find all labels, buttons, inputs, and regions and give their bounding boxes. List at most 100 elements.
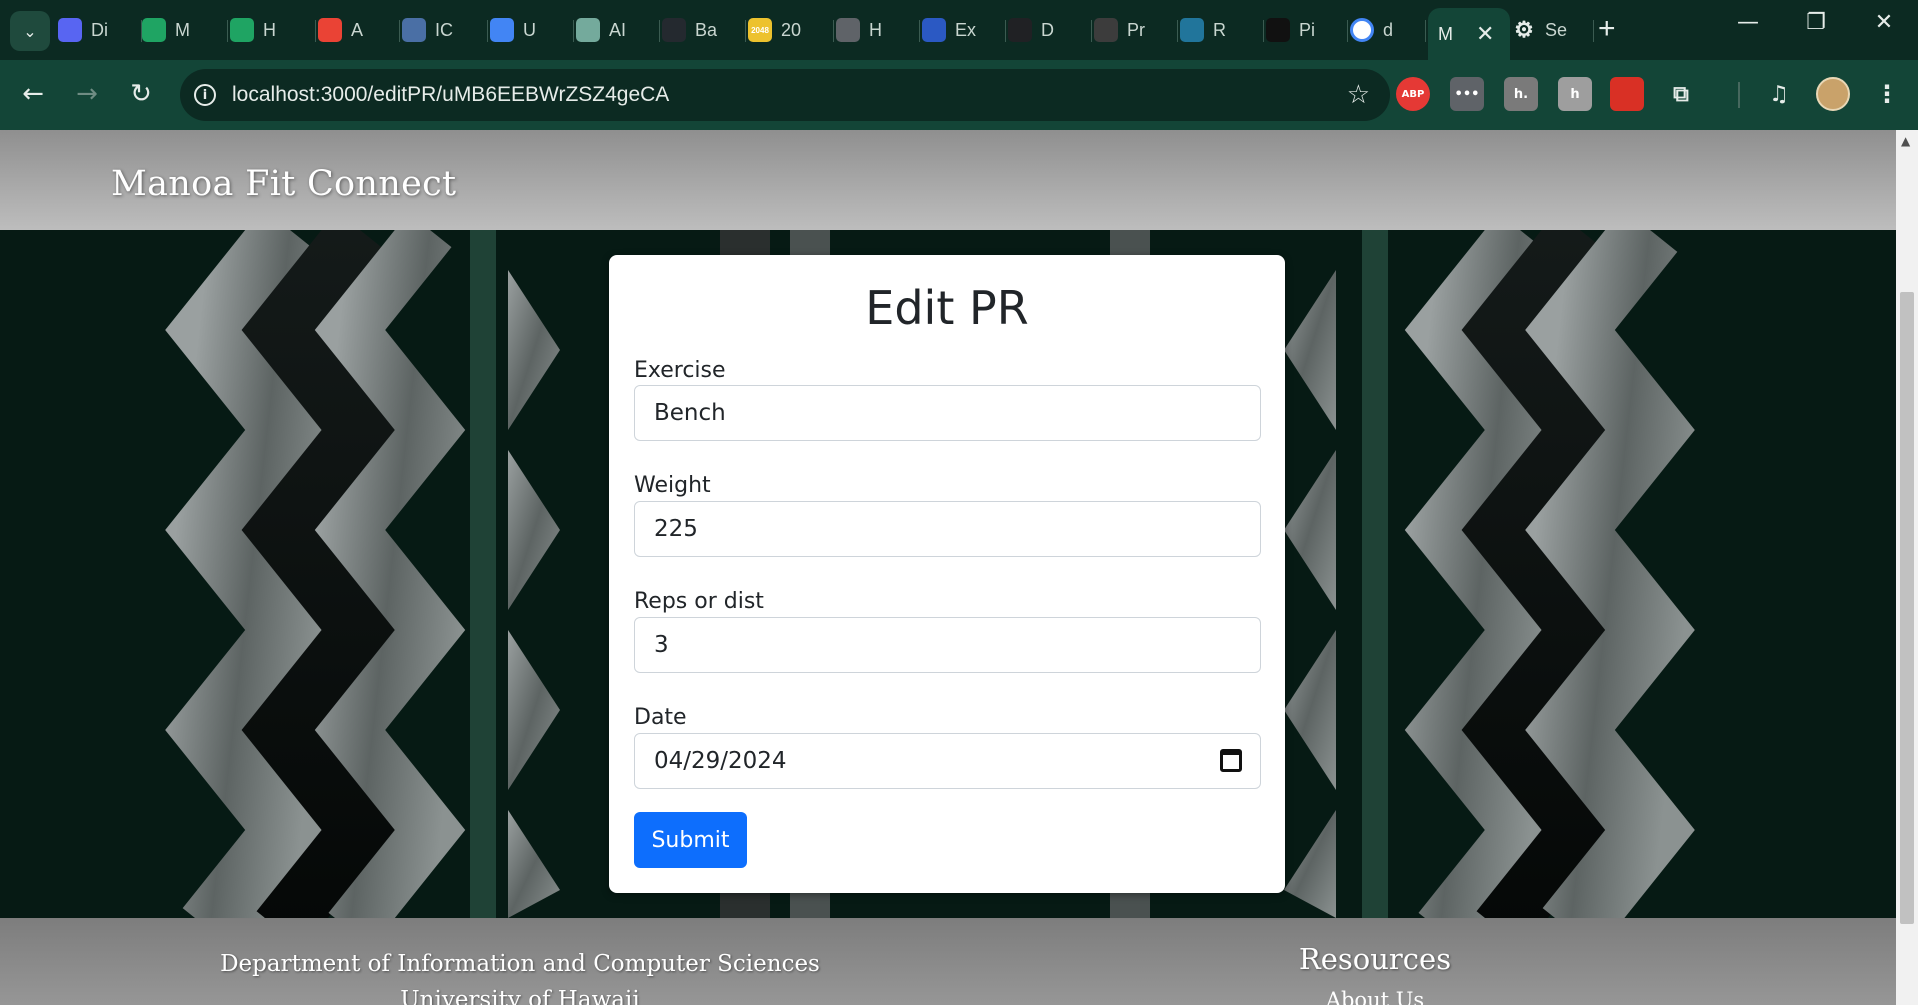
footer-contact: Department of Information and Computer S… [160,946,880,1005]
browser-tab[interactable]: Di [58,8,142,52]
back-button[interactable]: ← [16,77,50,111]
scrollbar-thumb[interactable] [1900,292,1914,924]
tab-label: M [175,19,190,40]
browser-tab[interactable]: Ba [662,8,746,52]
tab-label: Se [1545,19,1568,40]
tab-separator [399,20,400,42]
browser-tab[interactable]: M ✕ [1428,8,1510,60]
browser-tab[interactable]: ⚙ Se [1512,8,1594,52]
tab-label: 20 [781,19,802,40]
edit-pr-card: Edit PR Exercise Bench Weight 225 Reps o… [609,255,1285,893]
tab-label: IC [435,19,453,40]
tab-separator [1091,20,1092,42]
honey-icon[interactable]: h. [1504,77,1538,111]
hero-background: Edit PR Exercise Bench Weight 225 Reps o… [0,230,1896,918]
forward-button[interactable]: → [70,77,104,111]
tab-label: H [869,19,882,40]
google-drive-icon [142,18,166,42]
exercise-input[interactable]: Bench [634,385,1261,441]
tab-separator [1005,20,1006,42]
tab-separator [487,20,488,42]
tab-label: d [1383,19,1394,40]
tab-label: A [351,19,364,40]
browser-tab[interactable]: H [230,8,316,52]
tab-separator [919,20,920,42]
footer-about-link[interactable]: About Us [1240,988,1510,1005]
reps-label: Reps or dist [634,589,764,614]
date-input[interactable]: 04/29/2024 [634,733,1261,789]
tab-label: Pr [1127,19,1145,40]
gmail-icon [318,18,342,42]
tab-separator [1425,20,1426,42]
tab-label: R [1213,19,1226,40]
gear-icon: ⚙ [1514,17,1534,42]
runner-icon [922,18,946,42]
browser-tab[interactable]: A [318,8,400,52]
tab-separator [1263,20,1264,42]
tab-label: Ex [955,19,977,40]
tab-label: Pi [1299,19,1316,40]
tab-label: H [263,19,276,40]
discord-icon [58,18,82,42]
password-dots-icon[interactable]: ••• [1450,77,1484,111]
browser-tab[interactable]: 2048 20 [748,8,834,52]
red-extension-icon[interactable] [1610,77,1644,111]
browser-tab[interactable]: D [1008,8,1092,52]
site-info-icon[interactable]: i [194,84,216,106]
reload-button[interactable]: ↻ [124,77,158,111]
site-brand[interactable]: Manoa Fit Connect [111,164,456,204]
browser-tab[interactable]: U [490,8,574,52]
tab-close-icon[interactable]: ✕ [1476,21,1494,47]
puzzle-icon[interactable]: ⧉ [1664,77,1698,111]
submit-button[interactable]: Submit [634,812,747,868]
tab-label: D [1041,19,1054,40]
bookmark-star-icon[interactable]: ☆ [1347,80,1370,110]
calendar-icon[interactable] [1220,749,1242,772]
browser-tab[interactable]: R [1180,8,1264,52]
browser-tab[interactable]: M [142,8,228,52]
weight-input[interactable]: 225 [634,501,1261,557]
tab-separator [745,20,746,42]
tab-label: Di [91,19,108,40]
chatgpt-icon [576,18,600,42]
date-label: Date [634,705,687,730]
panther-icon [1094,18,1118,42]
browser-tab[interactable]: Pr [1094,8,1178,52]
maximize-icon[interactable]: ❐ [1796,10,1836,35]
page-scrollbar[interactable]: ▲ [1896,130,1918,1005]
google-docs-icon [490,18,514,42]
reps-input[interactable]: 3 [634,617,1261,673]
exercise-label: Exercise [634,358,726,383]
minimize-icon[interactable]: — [1728,10,1768,35]
toolbar-divider [1738,82,1740,108]
tab-separator [227,20,228,42]
address-url[interactable]: localhost:3000/editPR/uMB6EEBWrZSZ4geCA [232,83,669,107]
page-viewport: Manoa Fit Connect Edit PR Exercise Bench… [0,130,1896,1005]
address-bar[interactable]: i localhost:3000/editPR/uMB6EEBWrZSZ4geC… [180,69,1390,121]
tab-label: M [1438,23,1453,44]
tab-search-button[interactable]: ⌄ [10,11,50,51]
adblock-plus-icon[interactable]: ABP [1396,77,1430,111]
browser-menu-icon[interactable]: ⋮ [1870,77,1904,111]
site-header: Manoa Fit Connect [0,130,1896,230]
browser-tab[interactable]: d [1350,8,1426,52]
browser-tab[interactable]: Ex [922,8,1006,52]
wordpress-icon [1180,18,1204,42]
browser-tab[interactable]: H [836,8,920,52]
tab-label: Ba [695,19,718,40]
scroll-up-icon[interactable]: ▲ [1901,134,1910,148]
window-close-icon[interactable]: ✕ [1864,10,1904,35]
browser-tab[interactable]: Pi [1266,8,1348,52]
browser-tab[interactable]: AI [576,8,660,52]
document-icon [402,18,426,42]
tab-separator [833,20,834,42]
tab-separator [573,20,574,42]
new-tab-button[interactable]: + [1598,12,1616,46]
tab-separator [1177,20,1178,42]
h-badge-icon[interactable]: h [1558,77,1592,111]
browser-tab[interactable]: IC [402,8,488,52]
tab-separator [659,20,660,42]
media-playlist-icon[interactable]: ♫ [1762,77,1796,111]
profile-avatar[interactable] [1816,77,1850,111]
footer-resources-title: Resources [1298,942,1452,976]
